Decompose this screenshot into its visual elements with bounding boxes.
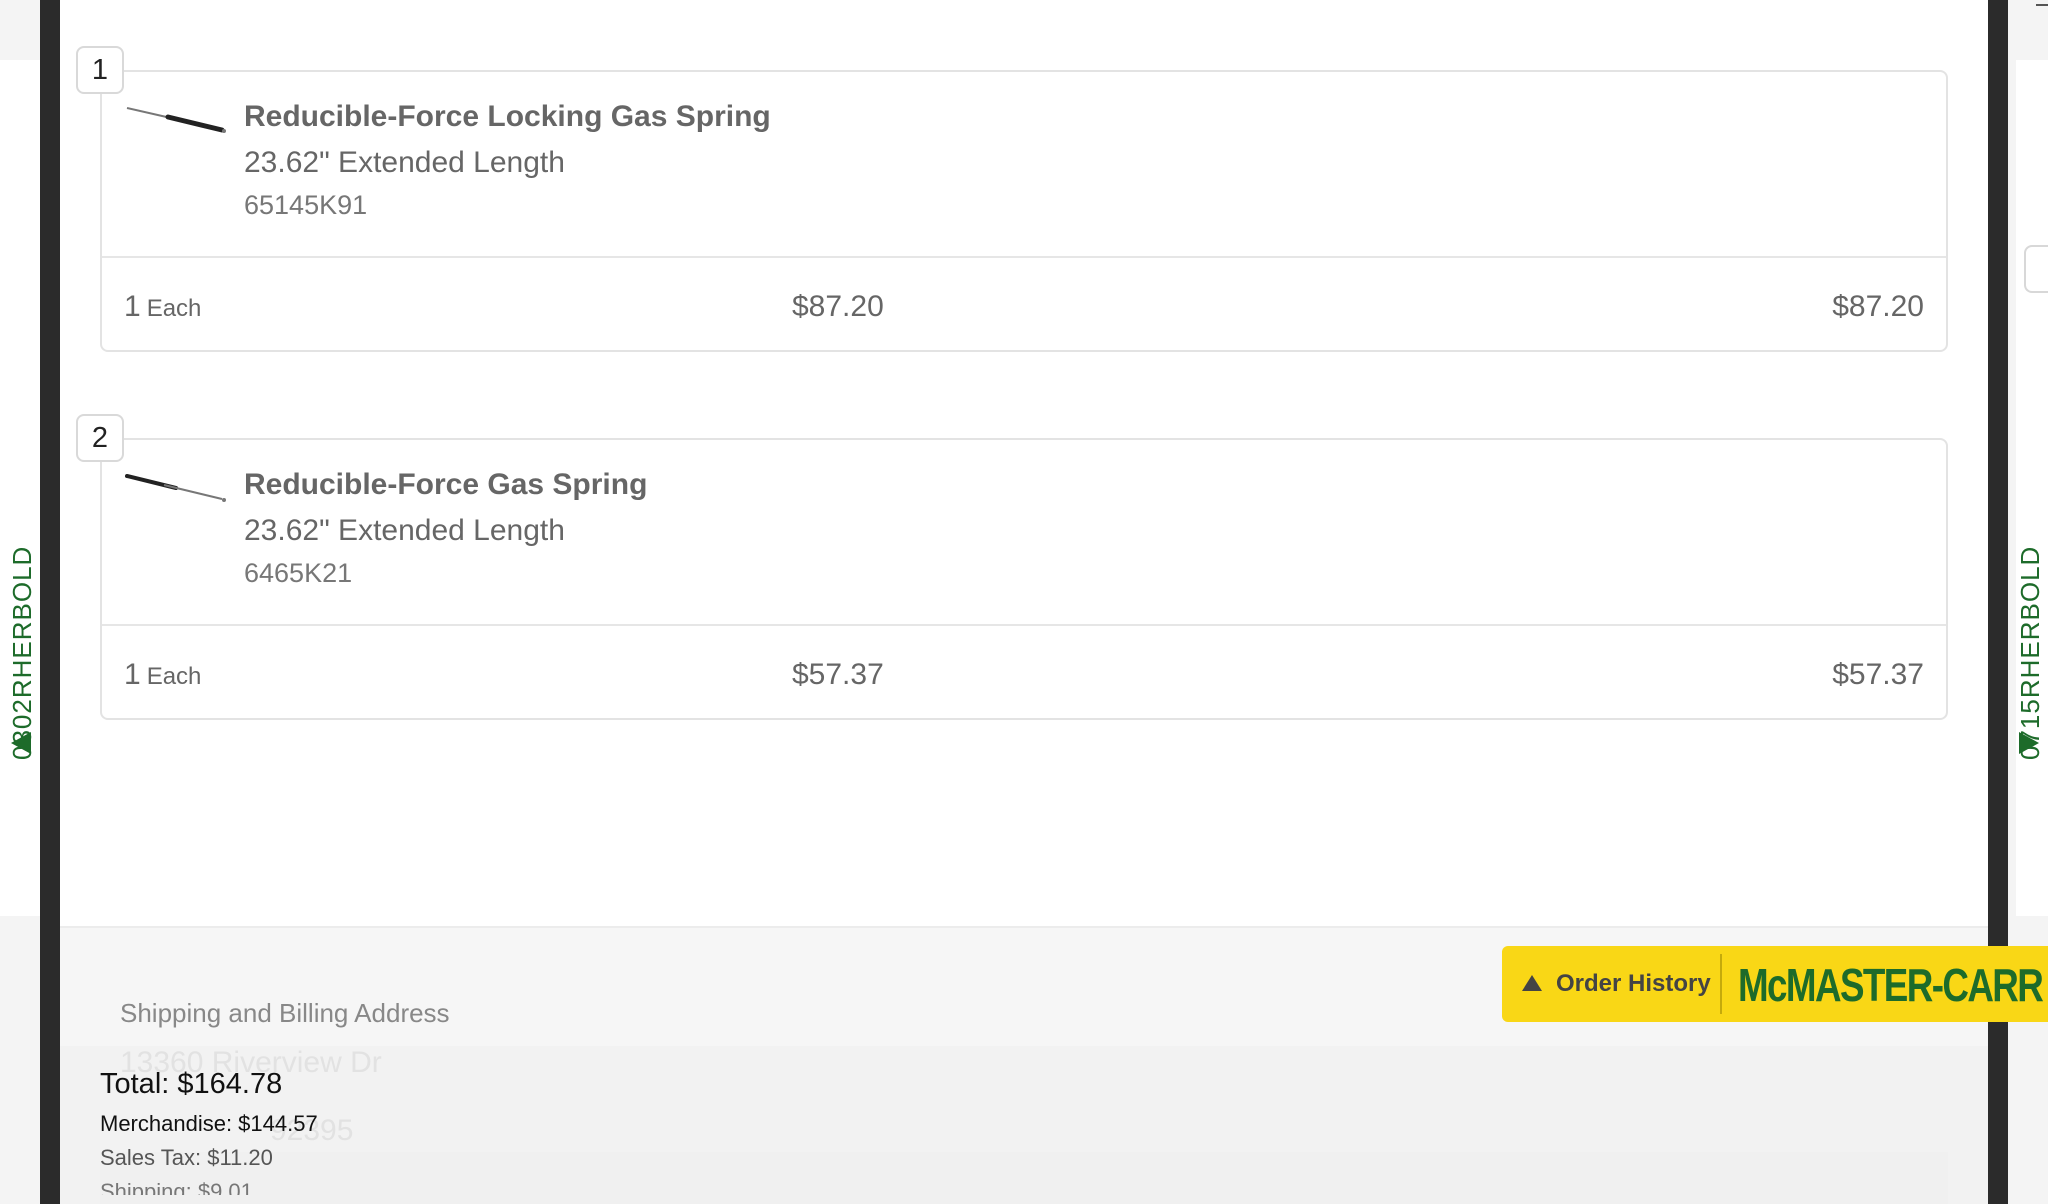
quantity: 1 Each xyxy=(124,290,201,324)
order-total: Total: $164.78 xyxy=(100,1068,283,1100)
next-order-panel xyxy=(2016,60,2048,916)
brand-bar-separator xyxy=(1720,954,1722,1014)
next-order-label: 0715RHERBOLD xyxy=(2015,545,2045,760)
unit-price: $57.37 xyxy=(792,658,884,691)
totals-strip xyxy=(100,1152,1948,1204)
order-totals: Total: $164.78 Merchandise: $144.57 Sale… xyxy=(100,1068,318,1203)
extended-price: $87.20 xyxy=(1832,290,1924,323)
next-order-strip: 0715RHERBOLD xyxy=(2008,0,2048,1204)
line-item-details: Reducible-Force Locking Gas Spring 23.62… xyxy=(102,72,1946,258)
order-history-label: Order History xyxy=(1556,970,1711,997)
extended-price: $57.37 xyxy=(1832,658,1924,691)
next-order-item-number-peek xyxy=(2024,245,2048,293)
quantity: 1 Each xyxy=(124,658,201,692)
left-arrow-icon xyxy=(11,732,31,754)
item-number-badge: 1 xyxy=(76,46,124,94)
sales-tax: Sales Tax: $11.20 xyxy=(100,1145,273,1170)
unit-price: $87.20 xyxy=(792,290,884,323)
previous-order-label: 0302RHERBOLD xyxy=(7,545,37,760)
previous-order-tab[interactable]: 0302RHERBOLD xyxy=(7,510,37,760)
product-spec: 23.62" Extended Length xyxy=(244,146,565,179)
order-line-item: Reducible-Force Gas Spring 23.62" Extend… xyxy=(100,438,1948,720)
item-number-badge: 2 xyxy=(76,414,124,462)
previous-order-strip: 0302RHERBOLD xyxy=(0,0,40,1204)
triangle-up-icon xyxy=(1522,975,1542,991)
locking-gas-spring-thumbnail-icon[interactable] xyxy=(124,100,228,150)
quantity-unit: Each xyxy=(146,663,202,690)
brand-bar: Order History McMASTER-CARR xyxy=(1502,946,2048,1022)
gas-spring-thumbnail-icon[interactable] xyxy=(124,468,228,518)
quantity-value: 1 xyxy=(124,290,141,323)
order-detail-modal: 1 Reducible-Force Locking Gas Spring 23.… xyxy=(60,0,1988,1204)
product-name[interactable]: Reducible-Force Locking Gas Spring xyxy=(244,100,771,134)
mcmaster-carr-logo[interactable]: McMASTER-CARR xyxy=(1738,958,2044,1012)
close-icon[interactable] xyxy=(2036,0,2048,6)
shipping-cost: Shipping: $9.01 xyxy=(100,1179,253,1195)
right-divider xyxy=(1988,0,2008,1204)
merchandise-total: Merchandise: $144.57 xyxy=(100,1111,318,1136)
order-history-button[interactable]: Order History xyxy=(1502,946,1720,1022)
address-title: Shipping and Billing Address xyxy=(120,998,450,1028)
part-number[interactable]: 65145K91 xyxy=(244,190,367,221)
quantity-value: 1 xyxy=(124,658,141,691)
previous-order-panel xyxy=(0,60,40,916)
next-order-tab[interactable]: 0715RHERBOLD xyxy=(2015,510,2045,760)
quantity-unit: Each xyxy=(146,295,202,322)
left-divider xyxy=(40,0,60,1204)
order-line-item: Reducible-Force Locking Gas Spring 23.62… xyxy=(100,70,1948,352)
line-item-details: Reducible-Force Gas Spring 23.62" Extend… xyxy=(102,440,1946,626)
right-arrow-icon xyxy=(2019,732,2039,754)
product-name[interactable]: Reducible-Force Gas Spring xyxy=(244,468,647,502)
part-number[interactable]: 6465K21 xyxy=(244,558,352,589)
product-spec: 23.62" Extended Length xyxy=(244,514,565,547)
